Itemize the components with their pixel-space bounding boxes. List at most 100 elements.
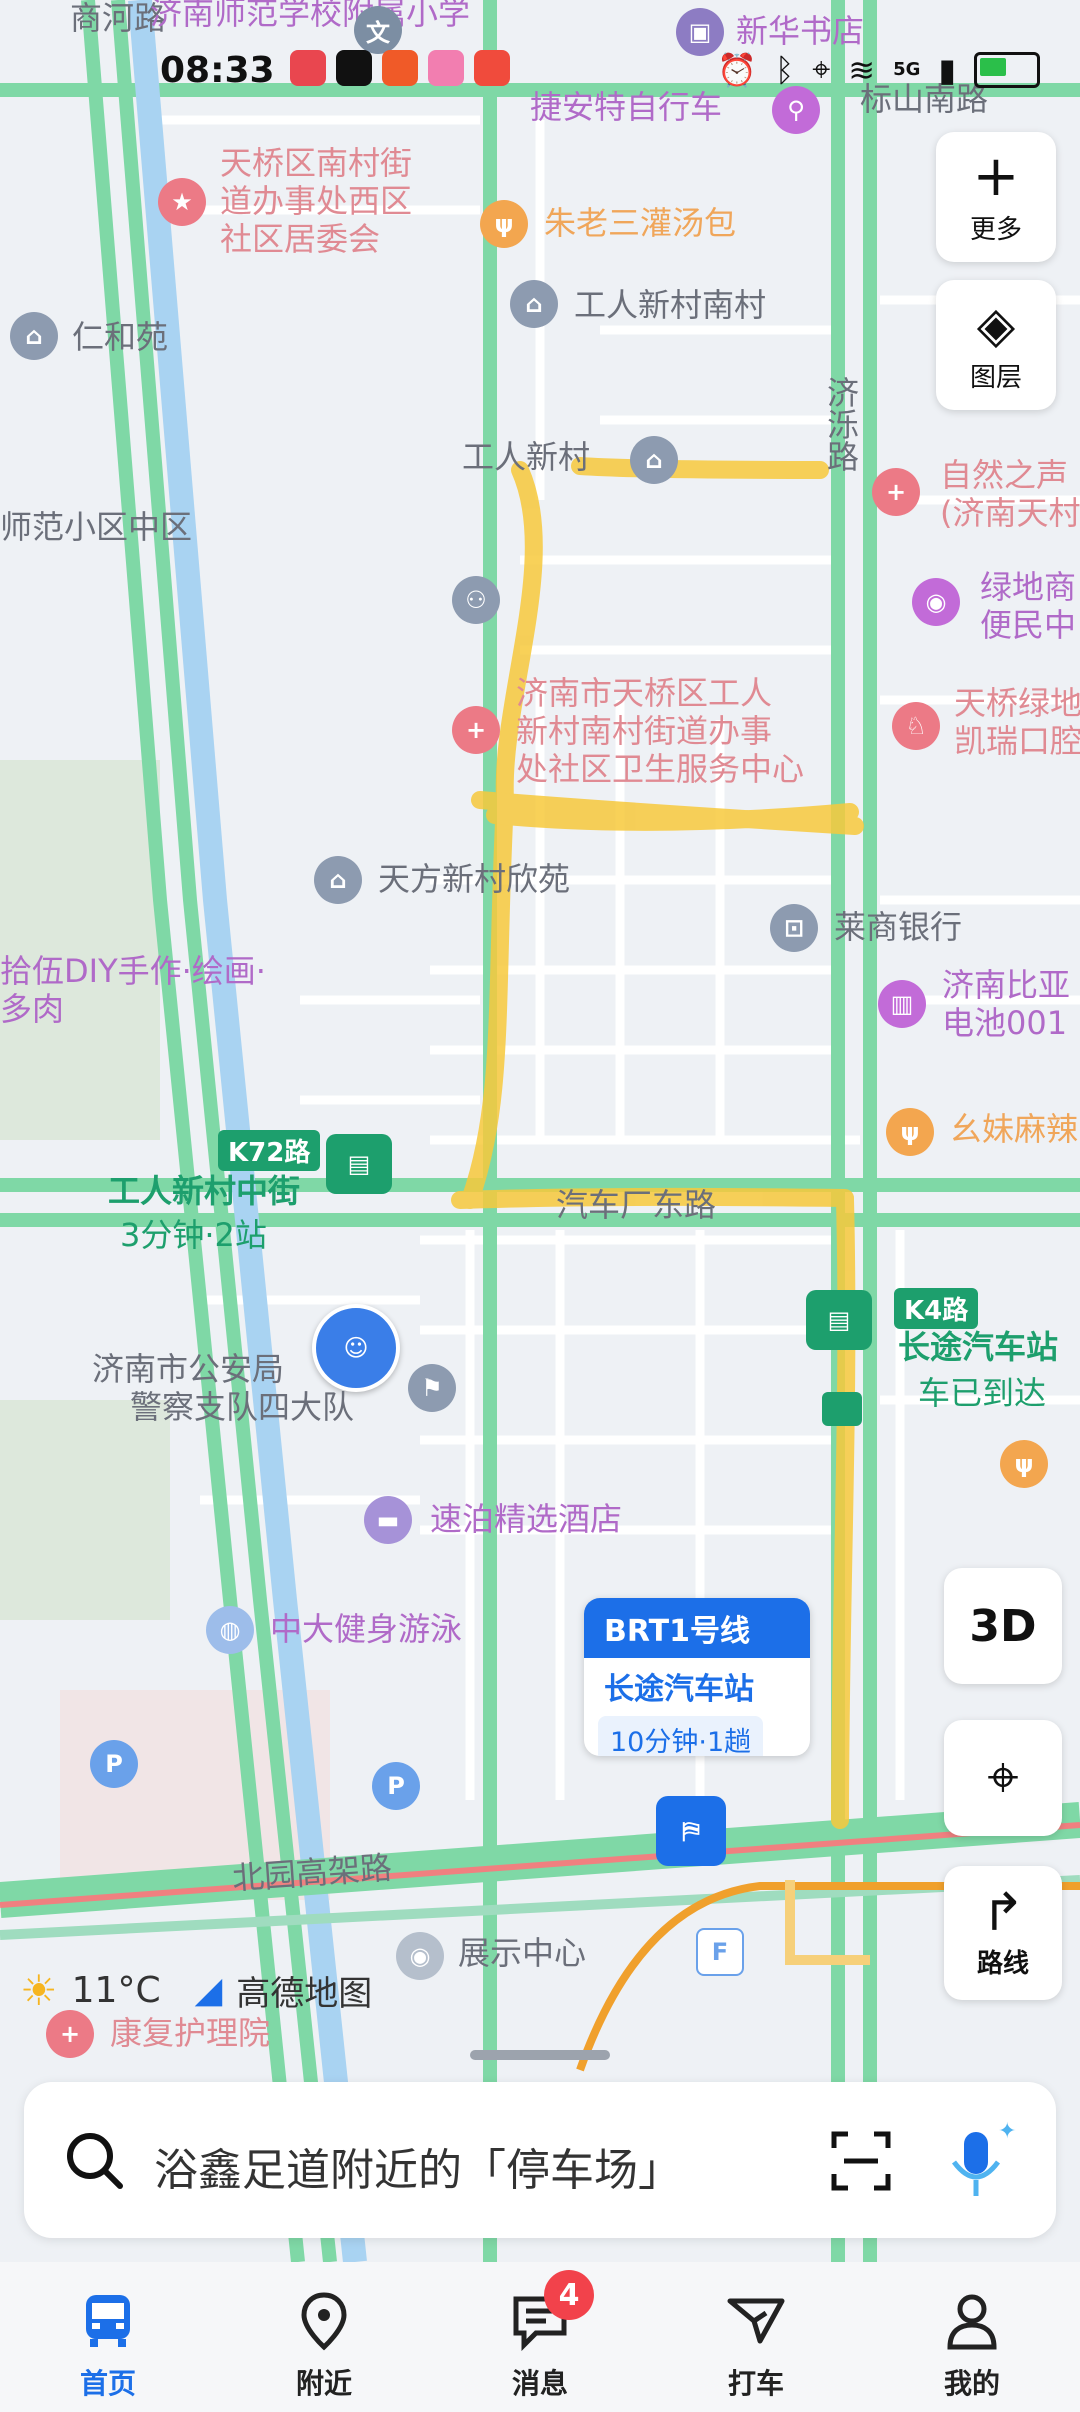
scan-icon[interactable] [830, 2130, 892, 2192]
weather-temp: 11°C [71, 1970, 161, 2011]
poi-label-dental-2: 凯瑞口腔 [954, 722, 1080, 760]
app-notification-icon [290, 50, 326, 86]
map-view[interactable]: 商河路 济南师范学校附属小学 文 ▣ 新华书店 捷安特自行车 ⚲ 标山南路 ★ … [0, 0, 1080, 2262]
poi-label-health-2: 新村南村街道办事 [516, 712, 773, 750]
locate-button[interactable]: ⌖ [944, 1720, 1062, 1836]
restaurant-icon[interactable]: ψ [1000, 1440, 1048, 1488]
three-d-button[interactable]: 3D [944, 1568, 1062, 1684]
bank-icon[interactable]: ⊡ [770, 904, 818, 952]
alarm-icon: ⏰ [717, 50, 758, 89]
bus-route-tag[interactable]: K4路 [894, 1288, 979, 1329]
app-notification-icon [474, 50, 510, 86]
search-placeholder[interactable]: 浴鑫足道附近的「停车场」 [154, 2134, 682, 2198]
hospital-icon[interactable]: + [452, 706, 500, 754]
poi-label-nature-1: 自然之声 [940, 456, 1069, 494]
more-button[interactable]: + 更多 [936, 132, 1056, 262]
residential-icon[interactable]: ⌂ [510, 280, 558, 328]
voice-assistant-icon[interactable]: ✦ [940, 2118, 1020, 2204]
exhibition-icon[interactable]: ◉ [396, 1932, 444, 1980]
poi-label-normal-school: 济南师范学校附属小学 [150, 0, 471, 32]
tab-label: 打车 [727, 2367, 784, 2400]
gym-icon[interactable]: ◍ [206, 1606, 254, 1654]
layers-label: 图层 [969, 362, 1022, 393]
tab-messages[interactable]: 4 消息 [432, 2262, 648, 2412]
route-button[interactable]: ↱ 路线 [944, 1866, 1062, 2000]
poi-label-zhongda: 中大健身游泳 [270, 1610, 463, 1648]
app-notification-icon [336, 50, 372, 86]
poi-label-byd-1: 济南比亚 [942, 966, 1071, 1004]
weather-widget[interactable]: ☀ 11°C ◢ 高德地图 [20, 1966, 372, 2015]
residential-icon[interactable]: ⌂ [10, 312, 58, 360]
hospital-icon[interactable]: + [872, 468, 920, 516]
residential-icon[interactable]: ⌂ [314, 856, 362, 904]
poi-label-greenland-1: 绿地商 [980, 568, 1077, 606]
bus-stop-icon[interactable]: ▤ [806, 1290, 872, 1350]
location-pin-icon [293, 2290, 355, 2352]
search-bar[interactable]: 浴鑫足道附近的「停车场」 ✦ [24, 2082, 1056, 2238]
app-notification-icon [382, 50, 418, 86]
residential-icon[interactable]: ⌂ [630, 436, 678, 484]
sun-icon: ☀ [20, 1966, 58, 2015]
poi-label-diy-1: 拾伍DIY手作·绘画· [0, 952, 266, 990]
user-location-avatar[interactable]: ☺ [312, 1304, 400, 1392]
restaurant-icon[interactable]: ψ [886, 1108, 934, 1156]
poi-label-health-3: 处社区卫生服务中心 [516, 750, 805, 788]
poi-label-tianqiao-1: 天桥区南村街 [220, 144, 413, 182]
tab-home[interactable]: 首页 [0, 2262, 216, 2412]
brt-info-card[interactable]: BRT1号线 长途汽车站 10分钟·1趟 [584, 1598, 810, 1756]
bus-route-tag[interactable]: K72路 [218, 1130, 321, 1171]
tab-label: 消息 [511, 2367, 568, 2400]
parking-icon[interactable]: P [90, 1740, 138, 1788]
poi-label-health-1: 济南市天桥区工人 [516, 674, 773, 712]
tab-profile[interactable]: 我的 [864, 2262, 1080, 2412]
bluetooth-icon: ᛒ [775, 50, 795, 89]
route-arrow-icon: ↱ [981, 1882, 1025, 1943]
plus-icon: + [972, 143, 1020, 209]
tab-label: 我的 [943, 2367, 1000, 2400]
sheet-drag-handle[interactable] [470, 2050, 610, 2060]
shop-icon[interactable]: ◉ [912, 578, 960, 626]
floor-icon[interactable]: F [696, 1928, 744, 1976]
tab-nearby[interactable]: 附近 [216, 2262, 432, 2412]
tab-taxi[interactable]: 打车 [648, 2262, 864, 2412]
bus-stop-name[interactable]: 长途汽车站 [898, 1328, 1058, 1366]
community-icon[interactable]: ★ [158, 178, 206, 226]
bus-stop-name[interactable]: 工人新村中街 [108, 1172, 300, 1210]
wifi-icon: ≋ [848, 50, 876, 89]
dental-icon[interactable]: ♘ [892, 702, 940, 750]
layers-button[interactable]: ◈ 图层 [936, 280, 1056, 410]
poi-label-rehab: 康复护理院 [110, 2014, 271, 2052]
bus-eta: 车已到达 [918, 1374, 1047, 1412]
brt-station-icon[interactable]: ⛿ [656, 1796, 726, 1866]
poi-label-diy-2: 多肉 [0, 990, 65, 1028]
bus-stop-icon[interactable]: ▤ [326, 1134, 392, 1194]
route-label: 路线 [976, 1948, 1029, 1979]
signal-icon: ▮ [938, 50, 956, 89]
poi-label-renhe: 仁和苑 [72, 318, 169, 356]
amap-brand: 高德地图 [236, 1974, 373, 2014]
parking-icon[interactable]: P [372, 1762, 420, 1810]
unread-badge: 4 [544, 2270, 594, 2320]
poi-label-police-2: 警察支队四大队 [130, 1388, 355, 1426]
bus-stop-icon[interactable] [822, 1392, 862, 1426]
system-icons: ⏰ ᛒ ⌖ ≋ 5G ▮ [717, 50, 1040, 89]
poi-label-exhibition: 展示中心 [458, 1934, 587, 1972]
poi-label-byd-2: 电池001 [942, 1004, 1068, 1042]
bus-home-icon [77, 2290, 139, 2352]
status-time: 08:33 [160, 50, 275, 91]
restaurant-icon[interactable]: ψ [480, 200, 528, 248]
crosshair-icon: ⌖ [987, 1745, 1019, 1810]
store-icon[interactable]: ▥ [878, 980, 926, 1028]
hotel-icon[interactable]: ▬ [364, 1496, 412, 1544]
search-icon [67, 2133, 123, 2189]
hospital-icon[interactable]: + [46, 2010, 94, 2058]
restroom-icon[interactable]: ⚇ [452, 576, 500, 624]
brt-line-name: BRT1号线 [584, 1598, 810, 1658]
brt-eta: 10分钟·1趟 [598, 1716, 764, 1756]
amap-logo-icon: ◢ [194, 1970, 223, 2011]
road-label-bus-factory: 汽车厂东路 [556, 1186, 717, 1224]
police-icon[interactable]: ⚑ [408, 1364, 456, 1412]
network-type: 5G [893, 59, 921, 80]
poi-label-suibo: 速泊精选酒店 [430, 1500, 623, 1538]
status-bar: 08:33 ⏰ ᛒ ⌖ ≋ 5G ▮ [0, 42, 1080, 102]
